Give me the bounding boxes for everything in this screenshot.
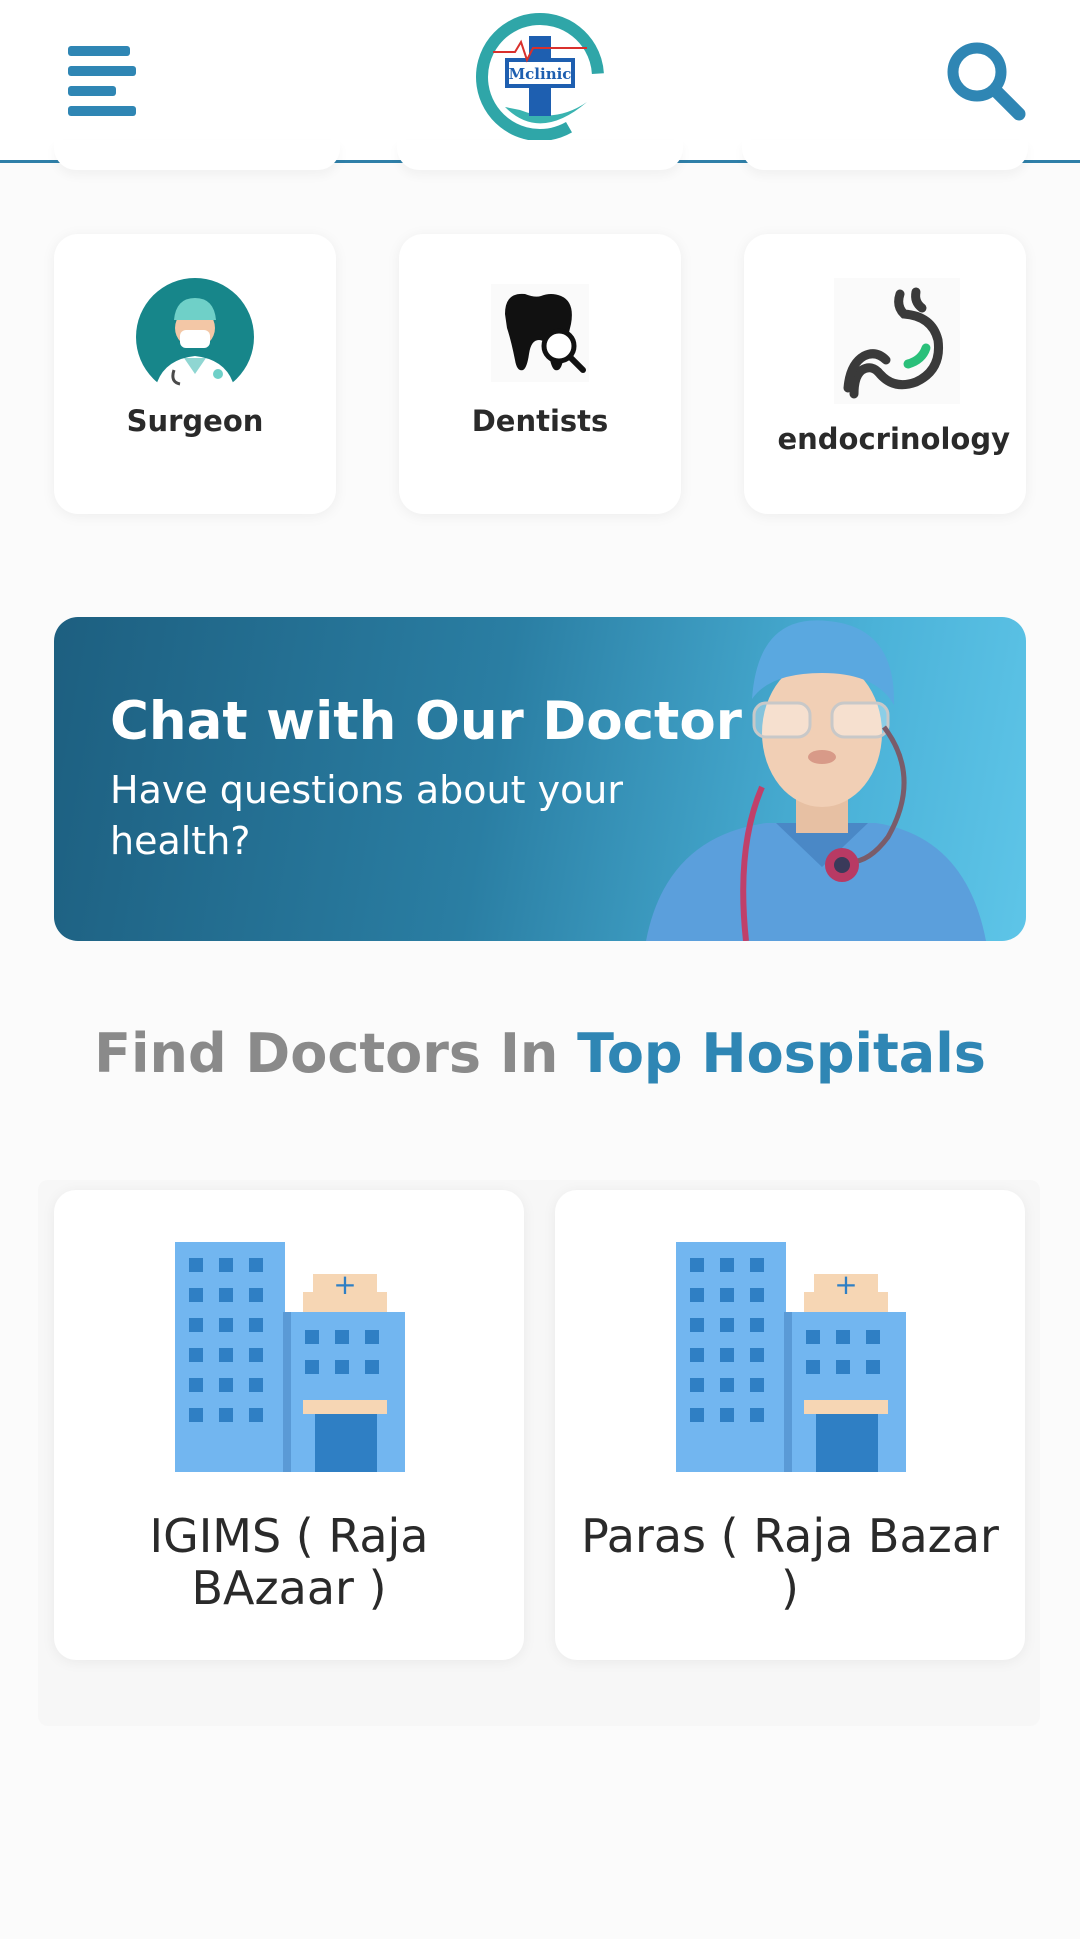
hospital-name: Paras ( Raja Bazar ) (581, 1509, 999, 1615)
speciality-card-dentists[interactable]: Dentists (399, 234, 681, 514)
mclinic-logo[interactable]: Mclinic (475, 12, 605, 142)
hospital-name: IGIMS ( Raja BAzaar ) (149, 1509, 429, 1615)
speciality-label: endocrinology (777, 422, 1010, 456)
speciality-label: Surgeon (126, 404, 264, 438)
hospital-card-igims[interactable]: + IGIMS ( Raja BAzaar ) (54, 1190, 524, 1660)
svg-text:+: + (834, 1268, 857, 1301)
logo-text: Mclinic (509, 65, 572, 83)
heading-part-1: Find Doctors In (94, 1022, 559, 1085)
speciality-card-endocrinology[interactable]: endocrinology (744, 234, 1026, 514)
hospital-building-icon: + (676, 1242, 906, 1472)
hospital-building-icon: + (175, 1242, 405, 1472)
hamburger-menu-icon[interactable] (68, 46, 136, 116)
speciality-card-surgeon[interactable]: Surgeon (54, 234, 336, 514)
surgeon-icon (136, 278, 254, 396)
top-app-bar: Mclinic (0, 0, 1080, 163)
svg-text:+: + (333, 1268, 356, 1301)
speciality-card-previous-row[interactable] (397, 140, 683, 170)
doctor-illustration (646, 617, 1006, 941)
hospital-card-paras[interactable]: + Paras ( Raja Bazar ) (555, 1190, 1025, 1660)
speciality-card-previous-row[interactable] (742, 140, 1028, 170)
chat-with-doctor-banner[interactable]: Chat with Our Doctor Have questions abou… (54, 617, 1026, 941)
banner-subtitle: Have questions about your health? (110, 768, 624, 863)
find-doctors-heading: Find Doctors In Top Hospitals (0, 1022, 1080, 1085)
speciality-label: Dentists (471, 404, 609, 438)
speciality-card-previous-row[interactable] (54, 140, 340, 170)
stomach-icon (834, 278, 960, 404)
search-icon[interactable] (945, 40, 1027, 122)
heading-part-2: Top Hospitals (577, 1022, 986, 1085)
tooth-search-icon (491, 284, 589, 382)
